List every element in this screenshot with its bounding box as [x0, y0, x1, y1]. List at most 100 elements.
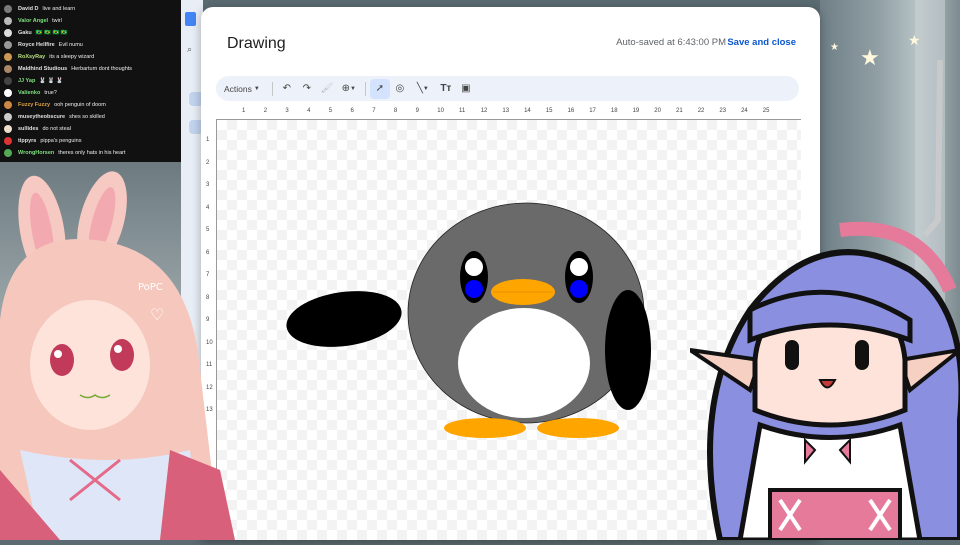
ruler-tick-label: 11 — [459, 108, 466, 114]
chat-text: 🐰 🐰 🐰 — [39, 78, 63, 84]
ruler-tick-label: 10 — [437, 108, 444, 114]
ruler-tick-label: 14 — [524, 108, 531, 114]
avatar — [4, 89, 12, 97]
chat-text: ooh penguin of doom — [54, 102, 106, 108]
ruler-tick-label: 24 — [741, 108, 748, 114]
chat-text: 🇧🇷 🇧🇷 🇧🇷 🇧🇷 — [35, 30, 68, 36]
svg-text:♡: ♡ — [150, 305, 164, 324]
chat-username[interactable]: WrongHorsen — [18, 150, 54, 156]
ruler-tick-label: 6 — [350, 108, 354, 114]
ruler-tick-label: 16 — [567, 108, 575, 114]
chat-username[interactable]: Maldhind Studious — [18, 66, 67, 72]
save-and-close-button[interactable]: Save and close — [727, 37, 796, 48]
svg-text:★: ★ — [860, 46, 880, 71]
chat-message: Valienko true? — [0, 87, 181, 99]
penguin-left-wing[interactable] — [283, 284, 405, 354]
avatar — [4, 113, 12, 121]
horizontal-ruler: 1 2 3 4 5 6 7 8 9 10 11 12 13 14 15 16 17 18 19 20 21 22 23 24 2… — [216, 107, 801, 120]
chat-text: twirl — [52, 18, 62, 24]
chat-text: theres only hats in his heart — [58, 150, 126, 156]
chat-username[interactable]: RoXsyRay — [18, 54, 45, 60]
ruler-tick-label: 2 — [206, 159, 210, 166]
chat-message: Royce Hellfire Evil numu — [0, 39, 181, 51]
search-icon[interactable]: ⌕ — [187, 44, 192, 55]
actions-label: Actions — [224, 83, 252, 94]
chat-username[interactable]: museytheobscure — [18, 114, 65, 120]
avatar — [4, 137, 12, 145]
chat-text: do not steal — [42, 126, 71, 132]
chevron-down-icon: ▼ — [253, 85, 260, 92]
chat-message: WrongHorsen theres only hats in his heart — [0, 147, 181, 159]
ruler-tick-label: 12 — [480, 108, 488, 114]
line-icon[interactable]: ╲ ▼ — [410, 79, 436, 99]
chat-message: tippyrs pippa's penguins — [0, 135, 181, 147]
chat-username[interactable]: JJ Yap — [18, 78, 35, 84]
ruler-tick-label: 21 — [676, 108, 683, 114]
shape-icon[interactable]: ◎ — [390, 79, 410, 99]
vtuber-avatar-right — [688, 200, 960, 543]
penguin-right-wing[interactable] — [605, 290, 651, 410]
paint-format-icon[interactable]: 🖌 — [317, 79, 337, 99]
penguin-belly[interactable] — [458, 308, 590, 418]
penguin-left-eye-white — [465, 258, 483, 276]
chat-text: Herbartum dont thoughts — [71, 66, 133, 72]
svg-text:★: ★ — [830, 42, 839, 53]
chat-text: true? — [44, 90, 57, 96]
avatar — [4, 17, 12, 25]
chat-message: Gaku 🇧🇷 🇧🇷 🇧🇷 🇧🇷 — [0, 27, 181, 39]
penguin-right-pupil — [570, 280, 588, 298]
ruler-tick-label: 7 — [372, 108, 376, 114]
chat-username[interactable]: Fuzzy Fuzzy — [18, 102, 50, 108]
chat-username[interactable]: Valor Angel — [18, 18, 48, 24]
text-box-icon[interactable]: Tт — [436, 79, 456, 99]
toolbar-divider — [364, 81, 366, 96]
zoom-icon[interactable]: ⊕ ▼ — [337, 79, 361, 99]
avatar — [4, 29, 12, 37]
avatar — [4, 125, 12, 133]
dialog-title: Drawing — [227, 35, 286, 52]
ruler-tick-label: 5 — [328, 108, 333, 114]
ruler-tick-label: 18 — [610, 108, 618, 114]
avatar — [4, 5, 12, 13]
penguin-right-eye-white — [570, 258, 588, 276]
chat-text: shes so skilled — [69, 114, 105, 120]
ruler-tick-label: 25 — [762, 108, 770, 114]
penguin-left-foot[interactable] — [444, 418, 526, 438]
svg-text:★: ★ — [908, 33, 921, 49]
chat-text: live and learn — [42, 6, 76, 12]
ruler-tick-label: 1 — [206, 137, 210, 143]
chat-message: David D live and learn — [0, 3, 181, 15]
vtuber-avatar-left: PoPC ♡ — [0, 170, 240, 540]
ruler-tick-label: 4 — [307, 108, 311, 114]
undo-icon[interactable]: ↶ — [277, 79, 297, 99]
chat-message: Maldhind Studious Herbartum dont thoughts — [0, 63, 181, 75]
avatar — [4, 53, 12, 61]
penguin-right-foot[interactable] — [537, 418, 619, 438]
avatar — [4, 101, 12, 109]
autosave-status: Auto-saved at 6:43:00 PM — [616, 37, 726, 48]
drawing-toolbar: Actions ▼ ↶ ↷ 🖌 ⊕ ▼ ➚ ◎ ╲ ▼ Tт ▣ — [216, 76, 799, 101]
chat-text: its a sleepy wizard — [49, 54, 95, 60]
toolbar-divider — [271, 81, 273, 96]
ruler-tick-label: 15 — [545, 108, 553, 114]
avatar — [4, 77, 12, 85]
chat-username[interactable]: Gaku — [18, 30, 32, 36]
chat-username[interactable]: Royce Hellfire — [18, 42, 55, 48]
ruler-tick-label: 23 — [719, 108, 727, 114]
image-icon[interactable]: ▣ — [456, 79, 476, 99]
ruler-tick-label: 13 — [502, 108, 510, 114]
chat-username[interactable]: sullides — [18, 126, 38, 132]
ruler-tick-label: 22 — [697, 108, 705, 114]
actions-menu[interactable]: Actions ▼ — [224, 84, 260, 94]
ruler-tick-label: 9 — [415, 108, 419, 114]
chat-message: Valor Angel twirl — [0, 15, 181, 27]
chat-username[interactable]: tippyrs — [18, 138, 36, 144]
chat-username[interactable]: David D — [18, 6, 38, 12]
redo-icon[interactable]: ↷ — [297, 79, 317, 99]
ruler-tick-label: 3 — [285, 108, 289, 114]
chat-username[interactable]: Valienko — [18, 90, 40, 96]
select-icon[interactable]: ➚ — [369, 78, 390, 99]
elf-girl-illustration — [688, 221, 960, 543]
stream-chat: David D live and learn Valor Angel twirl Gak… — [0, 0, 181, 162]
chat-message: sullides do not steal — [0, 123, 181, 135]
